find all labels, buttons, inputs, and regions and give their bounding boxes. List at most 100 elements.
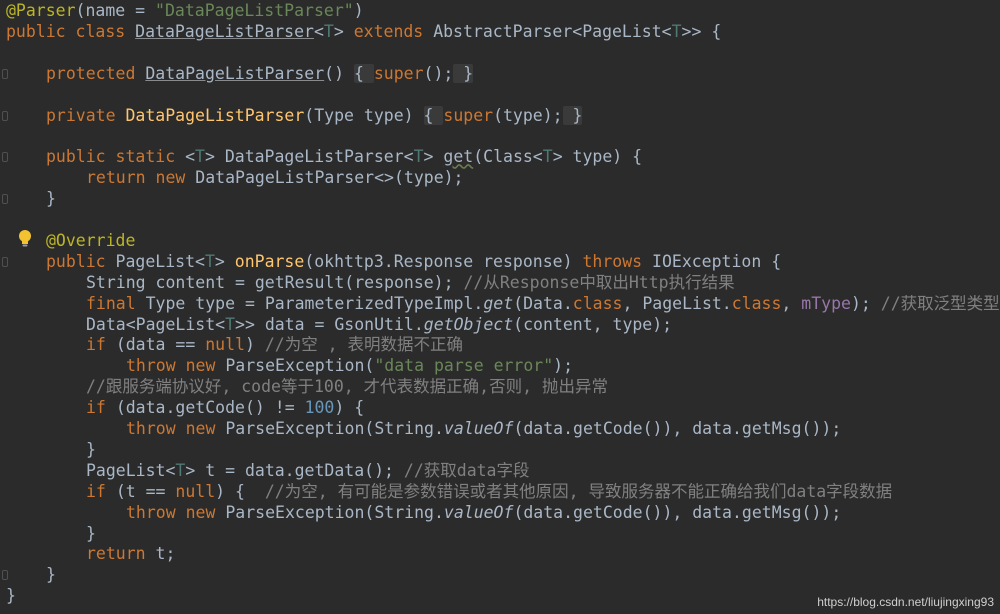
- code-token: > type) {: [552, 147, 643, 167]
- code-token: <: [185, 147, 196, 167]
- fold-marker-icon[interactable]: [2, 152, 8, 163]
- code-token: >: [214, 251, 235, 271]
- code-text: PageList<T> t = data.getData(); //获取data…: [86, 460, 530, 481]
- code-token: private: [46, 105, 126, 125]
- watermark: https://blog.csdn.net/liujingxing93: [817, 595, 994, 609]
- code-token: t;: [155, 544, 176, 564]
- code-token: throw new: [126, 419, 226, 438]
- code-line: throw new ParseException(String.valueOf(…: [0, 502, 1000, 523]
- code-token: (data.getCode()), data.getMsg());: [513, 419, 842, 438]
- code-token: class: [731, 293, 782, 313]
- code-token: String content = getResult(response);: [86, 272, 464, 292]
- code-token: if: [86, 335, 116, 355]
- code-text: String content = getResult(response); //…: [86, 272, 735, 293]
- code-line: private DataPageListParser(Type type) { …: [0, 105, 1000, 126]
- code-token: (type);: [493, 105, 563, 125]
- code-text: throw new ParseException("data parse err…: [126, 355, 573, 376]
- code-editor[interactable]: @Parser(name = "DataPageListParser") publ…: [0, 0, 1000, 614]
- code-token: ();: [423, 63, 454, 83]
- code-token: (data.getCode() !=: [115, 398, 305, 418]
- code-token: DataPageListParser: [145, 63, 325, 83]
- code-token: T: [323, 21, 334, 41]
- code-token: null: [205, 335, 245, 355]
- code-text: public PageList<T> onParse(okhttp3.Respo…: [46, 251, 781, 272]
- code-token: protected: [46, 63, 146, 83]
- code-token: T: [204, 251, 215, 271]
- fold-marker-icon[interactable]: [2, 110, 8, 121]
- code-line: return t;: [0, 543, 1000, 564]
- code-text: return t;: [86, 543, 175, 564]
- code-line: }: [0, 439, 1000, 460]
- code-token: get: [443, 147, 474, 167]
- code-token: valueOf: [443, 502, 514, 522]
- lightbulb-icon[interactable]: [18, 229, 32, 249]
- code-token: (data.getCode()), data.getMsg());: [513, 502, 842, 522]
- code-token: "DataPageListParser": [155, 1, 354, 20]
- code-token: );: [553, 356, 574, 376]
- code-line: }: [0, 188, 1000, 209]
- code-line: @Override: [0, 230, 1000, 251]
- code-text: return new DataPageListParser<>(type);: [86, 167, 464, 188]
- code-text: @Parser(name = "DataPageListParser"): [6, 0, 364, 21]
- code-text: if (data.getCode() != 100) {: [86, 397, 364, 418]
- code-token: T: [671, 21, 682, 41]
- code-token: (Type type): [304, 105, 424, 125]
- code-token: //获取泛型类型: [880, 293, 1000, 313]
- code-text: final Type type = ParameterizedTypeImpl.…: [86, 293, 1000, 314]
- code-token: super: [373, 63, 424, 83]
- code-token: public static: [46, 147, 186, 167]
- code-line: public PageList<T> onParse(okhttp3.Respo…: [0, 251, 1000, 272]
- code-token: onParse: [234, 251, 305, 271]
- code-text: public static <T> DataPageListParser<T> …: [46, 146, 642, 167]
- code-token: (content, type);: [513, 314, 673, 334]
- fold-marker-icon[interactable]: [2, 256, 8, 267]
- code-line: if (t == null) { //为空, 有可能是参数错误或者其他原因, 导…: [0, 481, 1000, 502]
- code-token: //获取data字段: [403, 460, 530, 480]
- code-token: , PageList.: [622, 293, 732, 313]
- fold-marker-icon[interactable]: [2, 68, 8, 79]
- code-token: T: [542, 147, 553, 167]
- code-text: if (t == null) { //为空, 有可能是参数错误或者其他原因, 导…: [86, 481, 892, 502]
- fold-marker-icon[interactable]: [2, 570, 8, 581]
- fold-marker-icon[interactable]: [2, 194, 8, 205]
- code-token: > DataPageListParser<: [204, 147, 414, 167]
- code-token: throw new: [126, 356, 226, 376]
- code-token: }: [46, 189, 56, 209]
- code-token: <: [313, 21, 324, 41]
- code-token: return new: [86, 168, 196, 188]
- code-token: T: [225, 314, 236, 334]
- code-text: }: [86, 439, 96, 460]
- code-token: DataPageListParser: [135, 21, 314, 41]
- code-text: }: [46, 564, 56, 585]
- code-token: //跟服务端协议好, code等于100, 才代表数据正确,否则, 抛出异常: [86, 377, 608, 397]
- code-token: if: [86, 481, 116, 501]
- code-text: }: [86, 523, 96, 544]
- code-token: (Class<: [473, 147, 543, 167]
- code-token: ParseException(String.: [225, 419, 444, 438]
- code-token: (data ==: [115, 335, 206, 355]
- code-text: }: [6, 585, 16, 606]
- code-token: (okhttp3.Response response): [304, 251, 583, 271]
- code-line: throw new ParseException(String.valueOf(…: [0, 418, 1000, 439]
- code-line: if (data.getCode() != 100) {: [0, 397, 1000, 418]
- code-token: >> {: [681, 21, 722, 41]
- code-token: (Data.: [513, 293, 573, 313]
- code-text: public class DataPageListParser<T> exten…: [6, 21, 721, 42]
- code-text: throw new ParseException(String.valueOf(…: [126, 418, 841, 439]
- code-token: ,: [781, 293, 802, 313]
- code-token: T: [413, 147, 424, 167]
- code-text: protected DataPageListParser() { super()…: [46, 63, 474, 84]
- code-token: ) {: [334, 398, 365, 418]
- code-token: //为空 , 表明数据不正确: [264, 335, 464, 355]
- code-token: (t ==: [115, 481, 176, 501]
- code-text: //跟服务端协议好, code等于100, 才代表数据正确,否则, 抛出异常: [86, 376, 608, 397]
- code-token: getObject: [423, 314, 514, 334]
- code-line: Data<PageList<T>> data = GsonUtil.getObj…: [0, 314, 1000, 335]
- code-line: return new DataPageListParser<>(type);: [0, 167, 1000, 188]
- code-text: private DataPageListParser(Type type) { …: [46, 105, 583, 126]
- code-token: AbstractParser<PageList<: [433, 21, 672, 41]
- code-line: final Type type = ParameterizedTypeImpl.…: [0, 293, 1000, 314]
- code-token: mType: [801, 293, 851, 313]
- code-token: >: [423, 147, 444, 167]
- code-token: Type type = ParameterizedTypeImpl.: [145, 293, 484, 313]
